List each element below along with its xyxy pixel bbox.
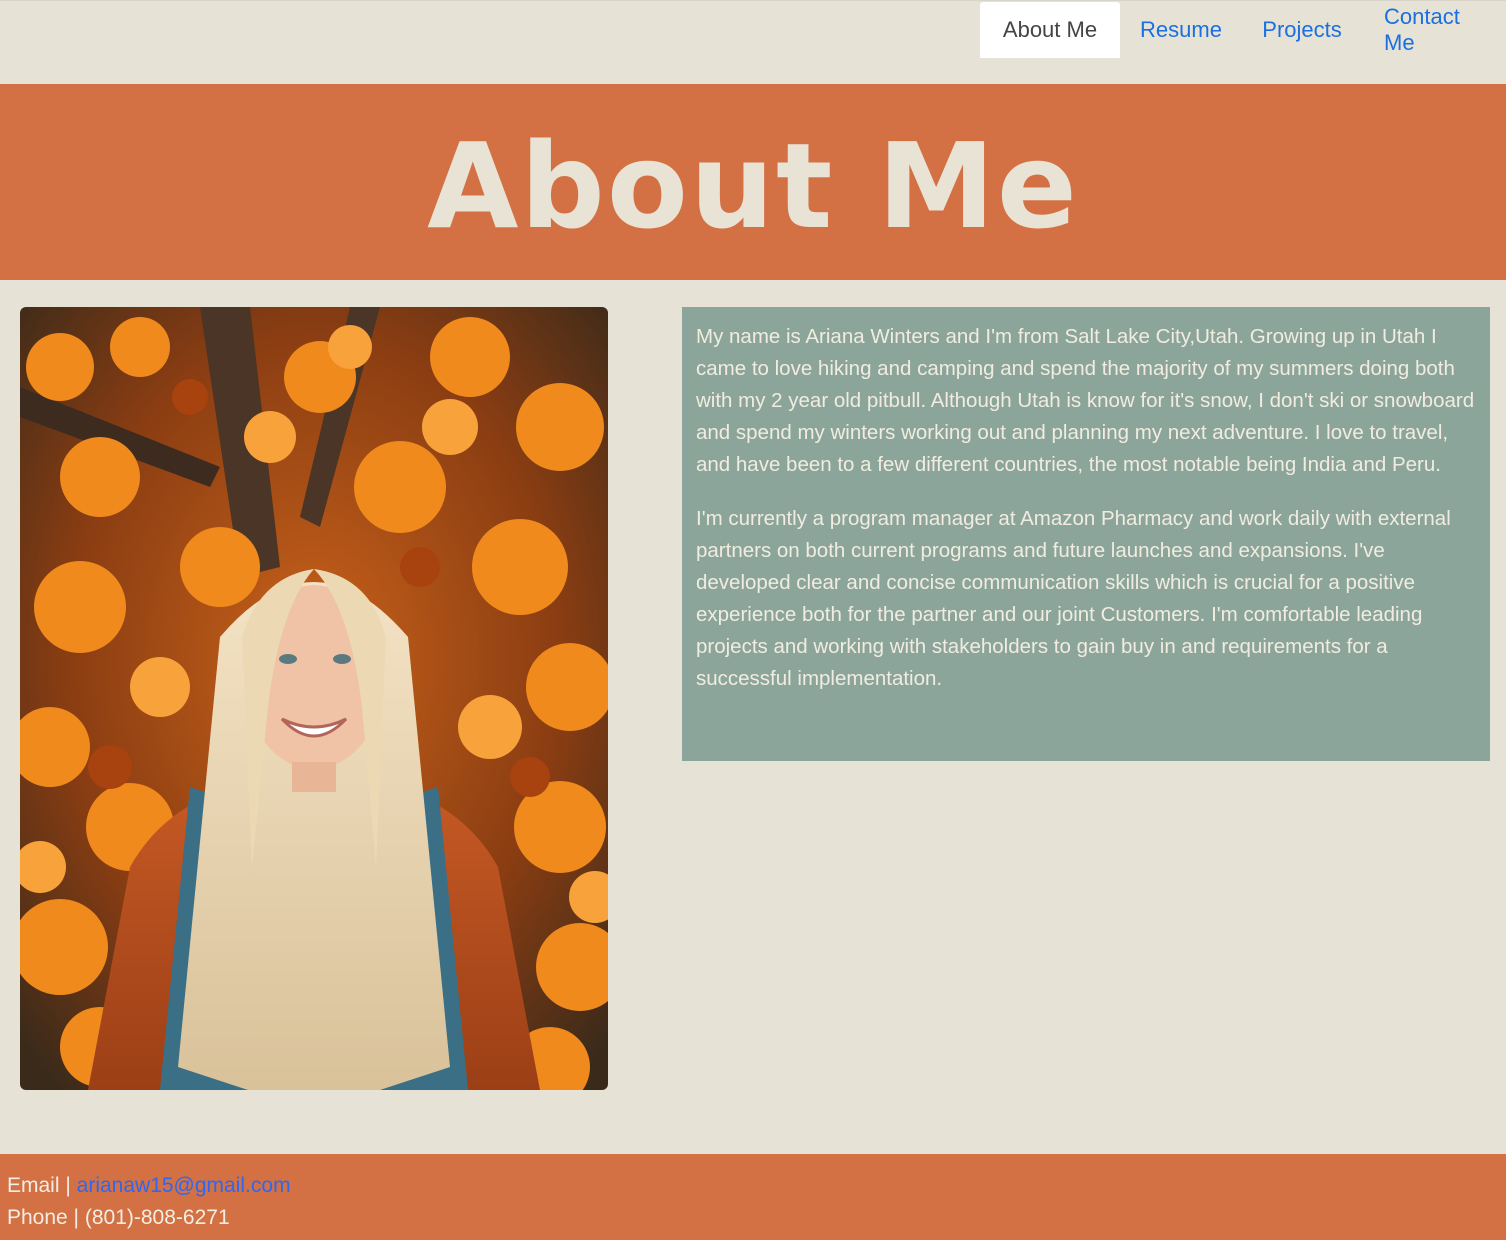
top-nav: About Me Resume Projects Contact Me (0, 0, 1506, 84)
page-title: About Me (427, 117, 1079, 255)
bio-paragraph: I'm currently a program manager at Amazo… (696, 507, 1451, 690)
profile-photo (20, 307, 608, 1090)
bio-section: My name is Ariana Winters and I'm from S… (682, 307, 1490, 761)
phone-number: (801)-808-6271 (84, 1206, 230, 1229)
nav-tabs: About Me Resume Projects Contact Me (980, 2, 1506, 58)
tab-resume[interactable]: Resume (1120, 2, 1242, 58)
footer: Email | arianaw15@gmail.com Phone | (801… (0, 1154, 1506, 1240)
tab-about-me[interactable]: About Me (980, 2, 1120, 58)
hero-banner: About Me (0, 84, 1506, 280)
phone-label: Phone | (7, 1206, 80, 1229)
tab-contact-me[interactable]: Contact Me (1362, 2, 1506, 58)
email-label: Email | (7, 1174, 71, 1197)
bio-paragraph: My name is Ariana Winters and I'm from S… (696, 325, 1475, 476)
footer-email-row: Email | arianaw15@gmail.com (7, 1170, 1506, 1202)
tab-projects[interactable]: Projects (1242, 2, 1362, 58)
email-link[interactable]: arianaw15@gmail.com (77, 1174, 291, 1197)
footer-phone-row: Phone | (801)-808-6271 (7, 1202, 1506, 1234)
